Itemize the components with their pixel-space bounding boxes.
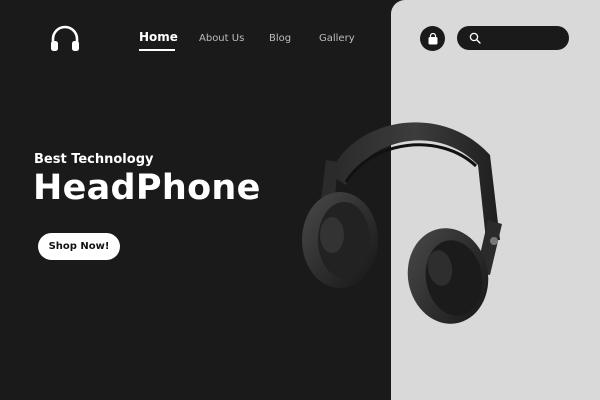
cart-button[interactable] [420, 26, 445, 51]
nav-item-home[interactable]: Home [139, 29, 178, 45]
search-icon[interactable] [469, 32, 481, 44]
search-bar[interactable] [457, 26, 569, 50]
active-nav-underline [139, 49, 175, 51]
hero-title: HeadPhone [33, 168, 261, 208]
nav-item-about-us[interactable]: About Us [199, 31, 244, 47]
shop-now-button[interactable]: Shop Now! [38, 233, 120, 260]
hero-subtitle: Best Technology [34, 152, 154, 167]
headphones-product-image [302, 122, 502, 324]
nav-item-gallery[interactable]: Gallery [319, 31, 355, 47]
search-input[interactable] [487, 29, 567, 49]
shopping-bag-icon [428, 32, 437, 44]
nav-item-blog[interactable]: Blog [269, 31, 291, 47]
headphones-icon[interactable] [48, 22, 82, 56]
